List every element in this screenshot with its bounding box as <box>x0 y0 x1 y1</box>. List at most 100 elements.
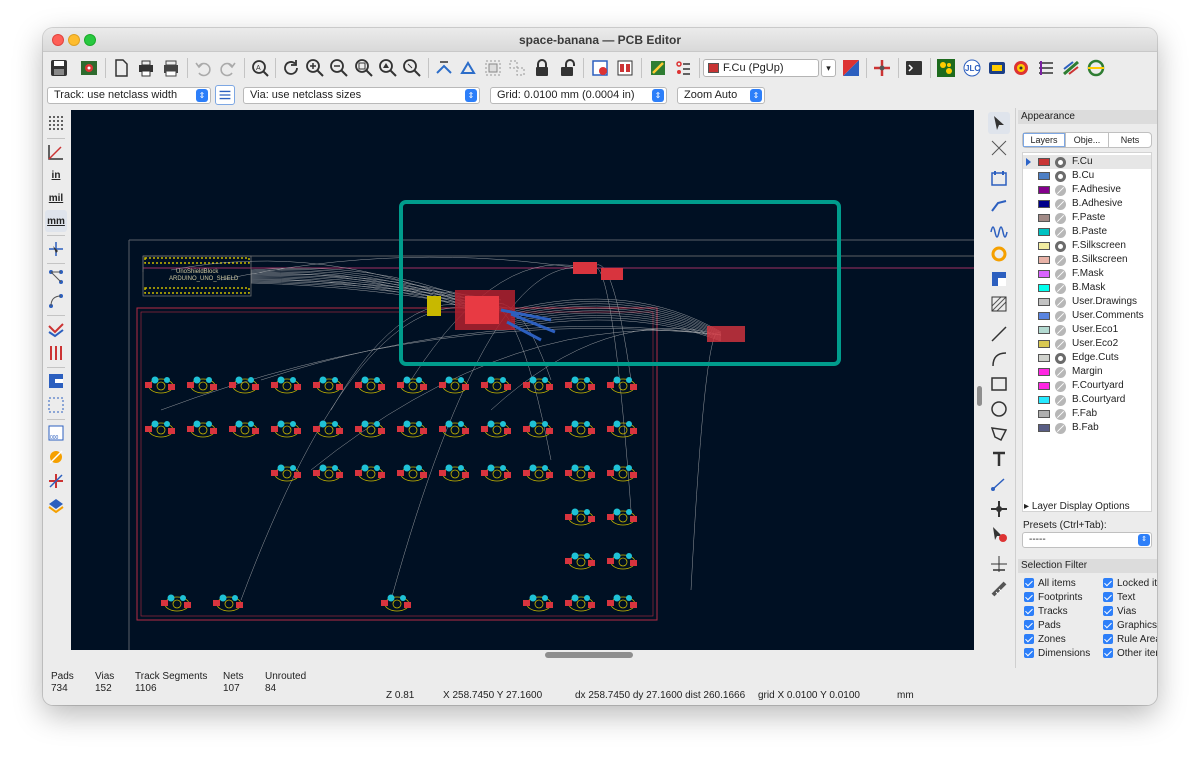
eye-hidden-icon[interactable] <box>1055 367 1066 378</box>
units-mil-button[interactable]: mil <box>45 187 67 209</box>
key-switch-footprint[interactable] <box>607 376 637 394</box>
eye-hidden-icon[interactable] <box>1055 185 1066 196</box>
board-setup-icon[interactable] <box>77 56 101 80</box>
selection-filter-checkbox[interactable]: Vias <box>1103 606 1136 617</box>
via-size-select[interactable]: Via: use netclass sizes ⇕ <box>243 87 480 104</box>
layer-row[interactable]: F.Silkscreen <box>1023 239 1151 253</box>
key-switch-footprint[interactable] <box>271 376 301 394</box>
layer-color-swatch[interactable] <box>1038 326 1050 334</box>
layer-row[interactable]: F.Adhesive <box>1023 183 1151 197</box>
key-switch-footprint[interactable] <box>607 420 637 438</box>
ratsnest-icon[interactable] <box>45 266 67 288</box>
key-switch-footprint[interactable] <box>229 420 259 438</box>
key-switch-footprint[interactable] <box>523 594 553 612</box>
rotate-ccw-icon[interactable] <box>456 56 480 80</box>
key-switch-footprint[interactable] <box>481 420 511 438</box>
layers-manager-icon[interactable] <box>45 495 67 517</box>
eye-hidden-icon[interactable] <box>1055 255 1066 266</box>
key-switch-footprint[interactable] <box>607 508 637 526</box>
grid-display-icon[interactable] <box>45 112 67 134</box>
layer-row[interactable]: B.Cu <box>1023 169 1151 183</box>
layer-row[interactable]: Edge.Cuts <box>1023 351 1151 365</box>
eye-hidden-icon[interactable] <box>1055 409 1066 420</box>
selection-filter-checkbox[interactable]: Text <box>1103 592 1135 603</box>
selection-filter-checkbox[interactable]: Other iter <box>1103 648 1157 659</box>
layer-color-swatch[interactable] <box>1038 354 1050 362</box>
selection-filter-checkbox[interactable]: Tracks <box>1024 606 1068 617</box>
layer-row[interactable]: F.Cu <box>1023 155 1151 169</box>
key-switch-footprint[interactable] <box>355 464 385 482</box>
layer-row[interactable]: B.Paste <box>1023 225 1151 239</box>
draw-polygon-icon[interactable] <box>988 423 1010 445</box>
draw-arc-icon[interactable] <box>988 348 1010 370</box>
layer-color-swatch[interactable] <box>1038 410 1050 418</box>
key-switch-footprint[interactable] <box>229 376 259 394</box>
footprint-editor-icon[interactable] <box>613 56 637 80</box>
tab-layers[interactable]: Layers <box>1023 133 1066 147</box>
fabrication-icon[interactable] <box>985 56 1009 80</box>
layer-row[interactable]: B.Adhesive <box>1023 197 1151 211</box>
select-tool-icon[interactable] <box>988 112 1010 134</box>
redo-icon[interactable] <box>216 56 240 80</box>
selection-filter-checkbox[interactable]: Footprints <box>1024 592 1082 603</box>
eye-hidden-icon[interactable] <box>1055 283 1066 294</box>
refresh-icon[interactable] <box>279 56 303 80</box>
zoom-fit-icon[interactable] <box>352 56 376 80</box>
draw-rectangle-icon[interactable] <box>988 373 1010 395</box>
undo-icon[interactable] <box>191 56 215 80</box>
vertical-scrollbar[interactable] <box>974 110 985 650</box>
key-switch-footprint[interactable] <box>145 376 175 394</box>
layer-display-options-toggle[interactable]: ▸ Layer Display Options <box>1024 501 1130 512</box>
layer-color-swatch[interactable] <box>1038 200 1050 208</box>
highlight-net-icon[interactable] <box>45 446 67 468</box>
scripting-console-icon[interactable] <box>902 56 926 80</box>
pcb-canvas[interactable]: UnoShieldBlock ARDUINO_UNO_SHIELD <box>71 110 974 650</box>
zone-outline-icon[interactable] <box>45 394 67 416</box>
selection-filter-checkbox[interactable]: Dimensions <box>1024 648 1090 659</box>
vertical-scroll-thumb[interactable] <box>977 386 982 406</box>
layer-row[interactable]: User.Drawings <box>1023 295 1151 309</box>
key-switch-footprint[interactable] <box>523 420 553 438</box>
local-ratsnest-icon[interactable] <box>988 137 1010 159</box>
key-switch-footprint[interactable] <box>397 464 427 482</box>
delete-tool-icon[interactable] <box>988 523 1010 545</box>
eye-icon[interactable] <box>1055 241 1066 252</box>
layer-pair-icon[interactable] <box>839 56 863 80</box>
add-text-icon[interactable] <box>988 448 1010 470</box>
selection-filter-checkbox[interactable]: Zones <box>1024 634 1066 645</box>
page-settings-icon[interactable] <box>109 56 133 80</box>
layer-row[interactable]: B.Silkscreen <box>1023 253 1151 267</box>
interactive-router-icon[interactable] <box>870 56 894 80</box>
find-icon[interactable]: A <box>248 56 272 80</box>
flip-view-icon[interactable] <box>432 56 456 80</box>
lock-icon[interactable] <box>530 56 554 80</box>
layer-color-swatch[interactable] <box>1038 368 1050 376</box>
layer-color-swatch[interactable] <box>1038 186 1050 194</box>
key-switch-footprint[interactable] <box>145 420 175 438</box>
show-zones-icon[interactable] <box>45 370 67 392</box>
zoom-out-icon[interactable] <box>327 56 351 80</box>
selection-filter-checkbox[interactable]: Pads <box>1024 620 1061 631</box>
key-switch-footprint[interactable] <box>439 376 469 394</box>
show-tracks-icon[interactable] <box>45 318 67 340</box>
key-switch-footprint[interactable] <box>381 594 411 612</box>
eye-hidden-icon[interactable] <box>1055 227 1066 238</box>
layer-row[interactable]: F.Paste <box>1023 211 1151 225</box>
layer-color-swatch[interactable] <box>1038 312 1050 320</box>
layer-color-swatch[interactable] <box>1038 256 1050 264</box>
tab-nets[interactable]: Nets <box>1109 133 1151 147</box>
key-switch-footprint[interactable] <box>397 420 427 438</box>
key-switch-footprint[interactable] <box>187 420 217 438</box>
key-switch-footprint[interactable] <box>397 376 427 394</box>
key-switch-footprint[interactable] <box>523 376 553 394</box>
layer-color-swatch[interactable] <box>1038 298 1050 306</box>
layer-row[interactable]: User.Comments <box>1023 309 1151 323</box>
cursor-crosshair-icon[interactable] <box>45 238 67 260</box>
eye-hidden-icon[interactable] <box>1055 423 1066 434</box>
layer-row[interactable]: Margin <box>1023 365 1151 379</box>
eye-hidden-icon[interactable] <box>1055 297 1066 308</box>
measure-tool-icon[interactable] <box>988 578 1010 600</box>
layer-color-swatch[interactable] <box>1038 214 1050 222</box>
eye-icon[interactable] <box>1055 353 1066 364</box>
key-switch-footprint[interactable] <box>481 464 511 482</box>
